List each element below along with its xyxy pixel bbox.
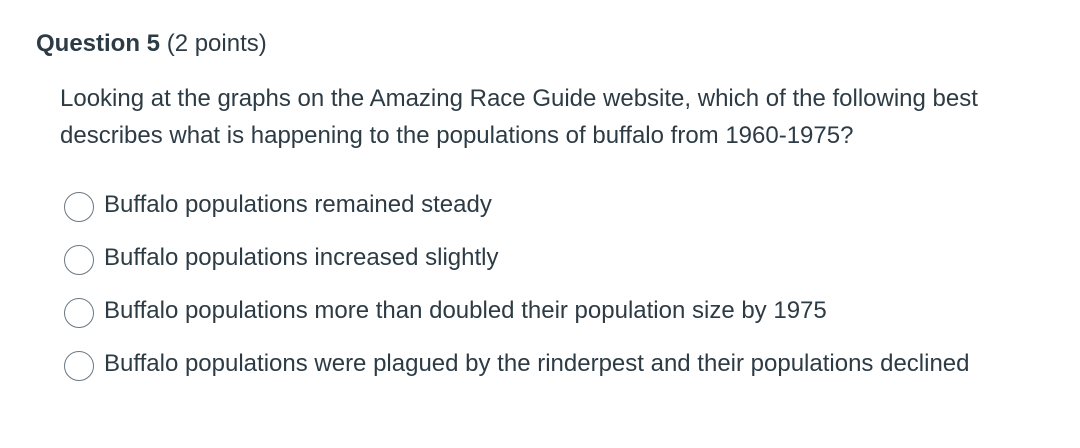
question-text: Looking at the graphs on the Amazing Rac… — [60, 85, 978, 149]
answer-option-1[interactable]: Buffalo populations remained steady — [64, 186, 1024, 223]
radio-button-2[interactable] — [64, 245, 94, 275]
answer-options: Buffalo populations remained steady Buff… — [64, 186, 1024, 382]
answer-option-label: Buffalo populations remained steady — [104, 191, 492, 218]
radio-button-4[interactable] — [64, 351, 94, 381]
question-points: (2 points) — [166, 30, 267, 57]
answer-option-3[interactable]: Buffalo populations more than doubled th… — [64, 292, 1024, 329]
question-header: Question 5 (2 points) — [36, 28, 267, 60]
answer-option-2[interactable]: Buffalo populations increased slightly — [64, 239, 1024, 276]
radio-button-3[interactable] — [64, 298, 94, 328]
question-title: Question 5 — [36, 30, 161, 57]
answer-option-4[interactable]: Buffalo populations were plagued by the … — [64, 345, 1024, 382]
radio-button-1[interactable] — [64, 192, 94, 222]
answer-option-label: Buffalo populations were plagued by the … — [104, 350, 970, 377]
answer-option-label: Buffalo populations more than doubled th… — [104, 297, 827, 324]
answer-option-label: Buffalo populations increased slightly — [104, 244, 499, 271]
